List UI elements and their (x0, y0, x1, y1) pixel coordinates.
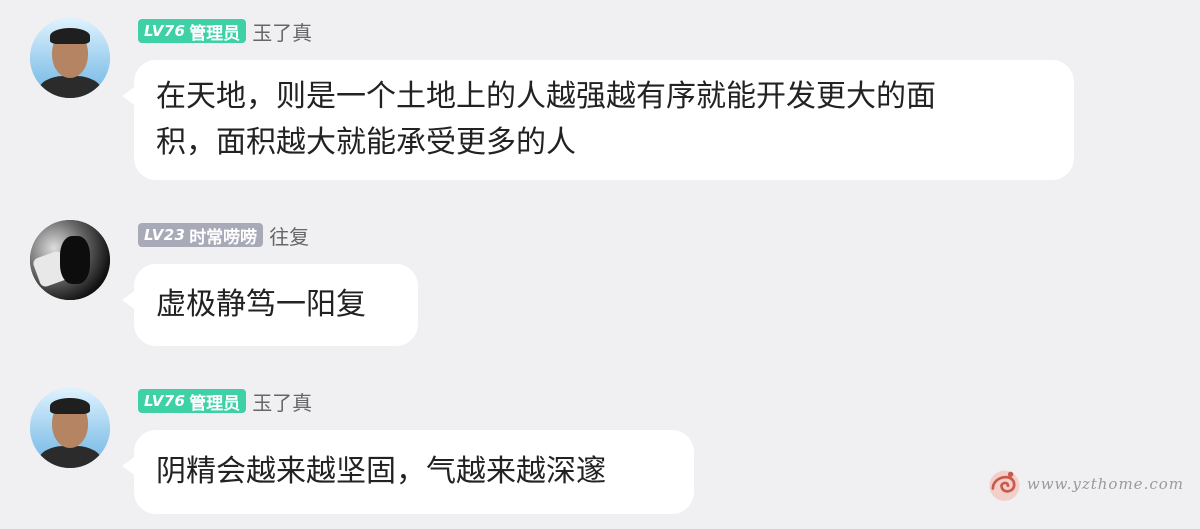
swirl-logo-icon (989, 470, 1020, 501)
user-meta: LV76 管理员 玉了真 (138, 387, 312, 416)
role-label: 时常唠唠 (189, 227, 258, 248)
level-label: LV23 (144, 226, 186, 244)
username[interactable]: 往复 (269, 221, 309, 250)
watermark-text: www.yzthome.com (1026, 475, 1184, 493)
message-text-line: 阴精会越来越坚固，气越来越深邃 (156, 454, 606, 489)
message-bubble[interactable]: 虚极静笃一阳复 (122, 264, 418, 346)
message-text-line: 虚极静笃一阳复 (156, 287, 366, 322)
level-badge: LV23 时常唠唠 (138, 223, 264, 248)
user-meta: LV76 管理员 玉了真 (138, 17, 312, 46)
message-bubble[interactable]: 在天地，则是一个土地上的人越强越有序就能开发更大的面 积，面积越大就能承受更多的… (122, 60, 1074, 180)
role-label: 管理员 (189, 23, 241, 44)
username[interactable]: 玉了真 (252, 387, 312, 416)
user-meta: LV23 时常唠唠 往复 (138, 221, 309, 250)
level-badge: LV76 管理员 (138, 19, 247, 44)
avatar[interactable] (30, 388, 110, 468)
message-bubble[interactable]: 阴精会越来越坚固，气越来越深邃 (122, 430, 694, 514)
username[interactable]: 玉了真 (252, 17, 312, 46)
message-text-line: 积，面积越大就能承受更多的人 (156, 125, 576, 160)
level-label: LV76 (144, 22, 186, 40)
avatar[interactable] (30, 18, 110, 98)
level-badge: LV76 管理员 (138, 389, 247, 414)
message-text-line: 在天地，则是一个土地上的人越强越有序就能开发更大的面 (156, 79, 936, 114)
level-label: LV76 (144, 392, 186, 410)
role-label: 管理员 (189, 393, 241, 414)
watermark: www.yzthome.com (984, 456, 1184, 512)
avatar[interactable] (30, 220, 110, 300)
